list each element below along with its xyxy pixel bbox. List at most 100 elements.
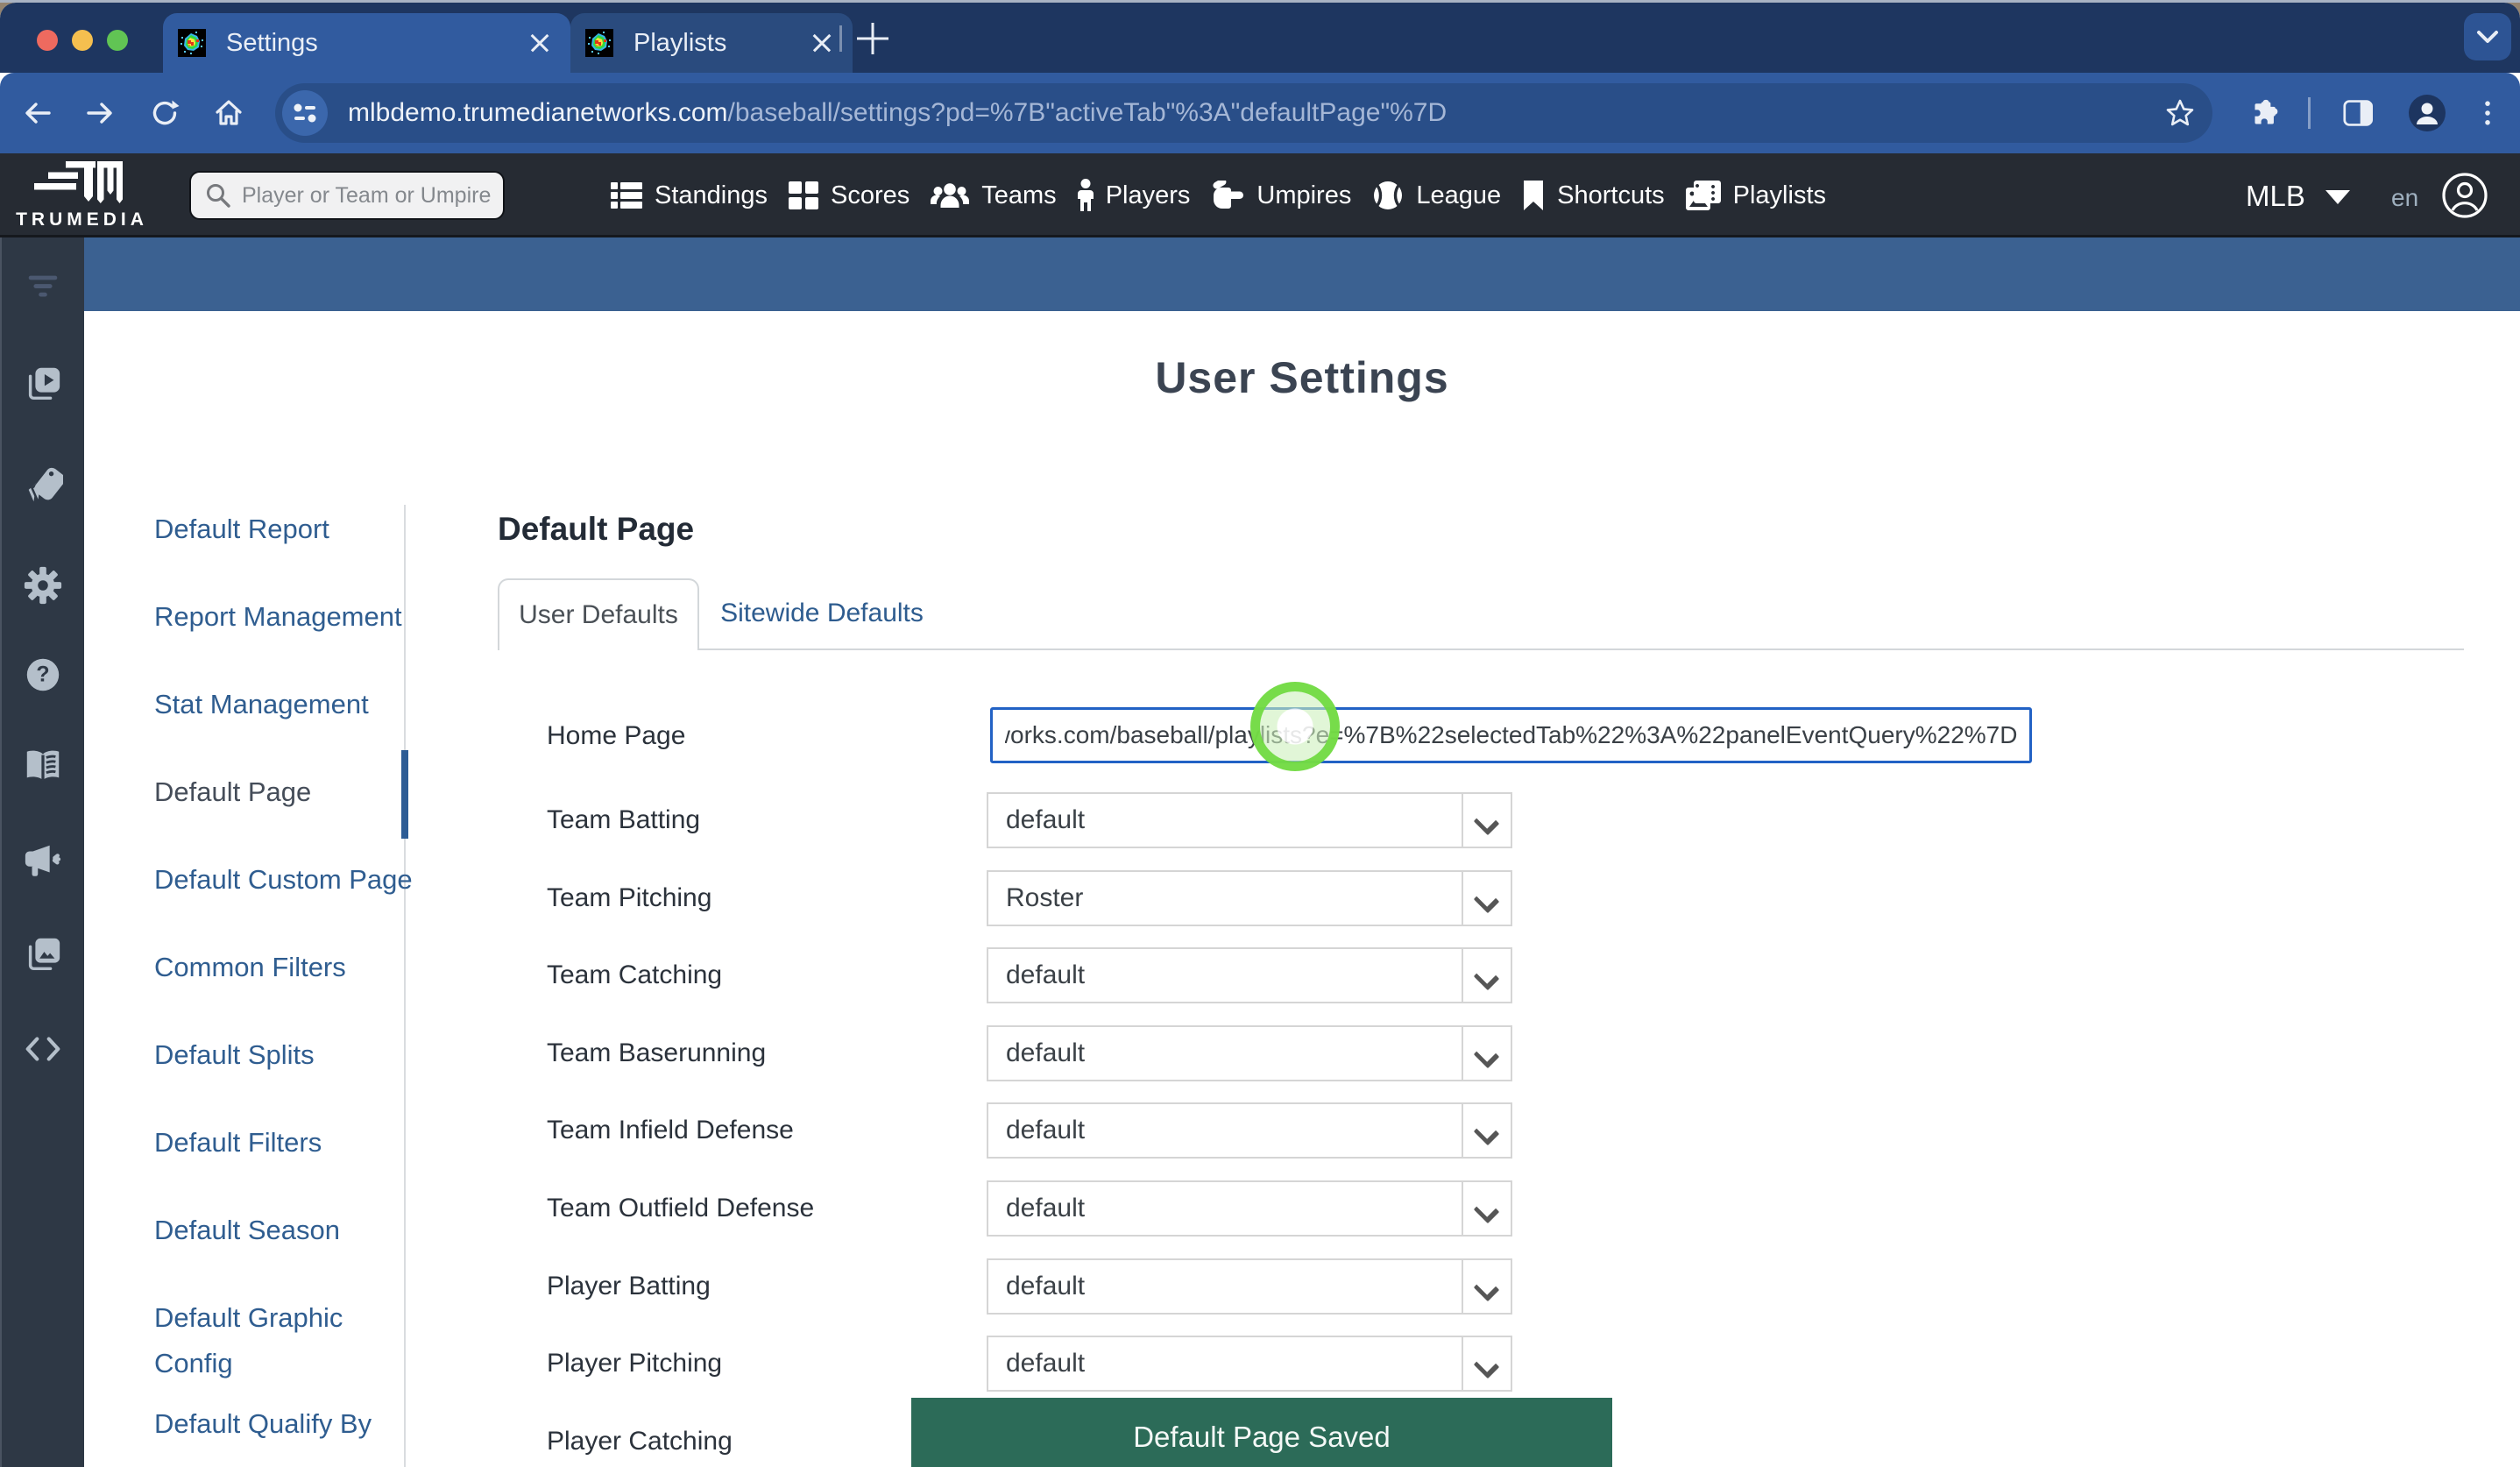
filter-icon[interactable]	[23, 267, 63, 312]
menu-item-default-page[interactable]: Default Page	[154, 769, 428, 815]
page-title: User Settings	[84, 352, 2520, 403]
trumedia-logo[interactable]: TRUMEDIA	[9, 160, 151, 234]
search-icon	[205, 182, 231, 209]
league-selector[interactable]: MLB	[2246, 180, 2305, 213]
select-team-pitching[interactable]: Roster	[987, 870, 1512, 926]
address-bar[interactable]: mlbdemo.trumedianetworks.com/baseball/se…	[275, 83, 2212, 143]
url-text[interactable]: mlbdemo.trumedianetworks.com/baseball/se…	[348, 83, 1447, 143]
user-profile-icon[interactable]	[2441, 172, 2488, 219]
nav-item-shortcuts[interactable]: Shortcuts	[1522, 181, 1665, 210]
select-arrow-cell[interactable]	[1462, 1027, 1511, 1080]
select-team-outfield-defense[interactable]: default	[987, 1180, 1512, 1237]
menu-item-default-report[interactable]: Default Report	[154, 507, 428, 552]
select-player-pitching[interactable]: default	[987, 1336, 1512, 1392]
chevron-down-icon	[1476, 1352, 1498, 1374]
person-icon	[2409, 95, 2446, 131]
select-player-batting[interactable]: default	[987, 1258, 1512, 1315]
menu-item-stat-management[interactable]: Stat Management	[154, 682, 428, 727]
menu-item-common-filters[interactable]: Common Filters	[154, 945, 428, 990]
select-arrow-cell[interactable]	[1462, 794, 1511, 847]
menu-item-default-filters[interactable]: Default Filters	[154, 1120, 428, 1166]
chevron-down-icon	[1476, 1197, 1498, 1219]
browser-tab-playlists[interactable]: Playlists	[570, 13, 853, 73]
nav-item-label: Teams	[981, 181, 1056, 210]
forward-icon[interactable]	[85, 98, 115, 128]
nav-item-league[interactable]: League	[1372, 180, 1501, 211]
field-label: Player Catching	[547, 1427, 733, 1456]
window-minimize-button[interactable]	[72, 30, 93, 51]
settings-menu: Default Report Report Management Stat Mana…	[154, 507, 428, 1467]
help-icon[interactable]: ?	[23, 655, 63, 699]
nav-item-umpires[interactable]: Umpires	[1211, 181, 1351, 210]
menu-item-default-qualify-by[interactable]: Default Qualify By	[154, 1401, 428, 1447]
logo-text: TRUMEDIA	[9, 209, 151, 230]
menu-item-report-management[interactable]: Report Management	[154, 594, 428, 640]
select-value: default	[1006, 1337, 1085, 1390]
app-sidebar: ?	[0, 237, 84, 1467]
select-team-batting[interactable]: default	[987, 792, 1512, 848]
images-icon[interactable]	[23, 934, 63, 979]
tab-user-defaults[interactable]: User Defaults	[498, 578, 699, 650]
tab-sitewide-defaults[interactable]: Sitewide Defaults	[699, 578, 945, 648]
select-team-catching[interactable]: default	[987, 947, 1512, 1003]
select-value: default	[1006, 1027, 1085, 1080]
new-tab-button[interactable]	[857, 23, 888, 54]
search-input[interactable]: Player or Team or Umpire	[189, 171, 505, 220]
caret-down-icon[interactable]	[2325, 190, 2350, 204]
settings-content: User Settings Default Report Report Manag…	[84, 311, 2520, 1467]
browser-tab-settings[interactable]: Settings	[163, 13, 570, 73]
field-label: Team Baserunning	[547, 1038, 766, 1068]
tab-close-icon[interactable]	[811, 32, 833, 54]
browser-menu-icon[interactable]	[2473, 98, 2502, 128]
bookmark-star-icon[interactable]	[2165, 98, 2195, 128]
nav-item-players[interactable]: Players	[1078, 179, 1191, 212]
select-arrow-cell[interactable]	[1462, 1104, 1511, 1157]
back-icon[interactable]	[23, 98, 53, 128]
select-team-infield-defense[interactable]: default	[987, 1102, 1512, 1159]
browser-toolbar: mlbdemo.trumedianetworks.com/baseball/se…	[0, 73, 2520, 153]
cards-icon[interactable]	[23, 467, 63, 512]
tabs-baseline	[498, 648, 2464, 650]
select-arrow-cell[interactable]	[1462, 872, 1511, 925]
nav-item-label: Scores	[831, 181, 910, 210]
chevron-down-icon	[2475, 26, 2500, 47]
home-page-input[interactable]	[990, 707, 2032, 763]
code-icon[interactable]	[23, 1029, 63, 1074]
nav-item-scores[interactable]: Scores	[789, 181, 910, 210]
select-arrow-cell[interactable]	[1462, 1182, 1511, 1235]
nav-item-label: Players	[1106, 181, 1191, 210]
field-label: Team Batting	[547, 805, 700, 835]
window-zoom-button[interactable]	[107, 30, 128, 51]
language-selector[interactable]: en	[2391, 184, 2418, 212]
browser-profile-avatar[interactable]	[2409, 95, 2446, 131]
nav-item-playlists[interactable]: Playlists	[1686, 181, 1826, 210]
select-arrow-cell[interactable]	[1462, 949, 1511, 1002]
menu-item-default-graphic-config[interactable]: Default Graphic Config	[154, 1295, 428, 1386]
panel-heading: Default Page	[498, 511, 694, 548]
side-panel-icon[interactable]	[2343, 98, 2373, 128]
site-settings-button[interactable]	[282, 90, 328, 136]
video-playlist-icon[interactable]	[23, 364, 63, 408]
nav-item-label: Shortcuts	[1557, 181, 1665, 210]
window-close-button[interactable]	[37, 30, 58, 51]
select-value: default	[1006, 949, 1085, 1002]
field-label: Player Batting	[547, 1272, 711, 1301]
menu-item-default-custom-page[interactable]: Default Custom Page	[154, 857, 428, 903]
book-icon[interactable]	[23, 746, 63, 790]
menu-item-default-season[interactable]: Default Season	[154, 1208, 428, 1253]
tab-close-icon[interactable]	[528, 32, 551, 54]
select-arrow-cell[interactable]	[1462, 1337, 1511, 1390]
extensions-icon[interactable]	[2251, 98, 2281, 128]
menu-item-default-splits[interactable]: Default Splits	[154, 1032, 428, 1078]
nav-item-standings[interactable]: Standings	[611, 181, 768, 210]
home-icon[interactable]	[214, 98, 244, 128]
tab-search-button[interactable]	[2464, 13, 2511, 60]
nav-item-teams[interactable]: Teams	[931, 181, 1056, 210]
gear-icon[interactable]	[23, 565, 63, 610]
megaphone-icon[interactable]	[23, 841, 63, 886]
select-arrow-cell[interactable]	[1462, 1260, 1511, 1313]
reload-icon[interactable]	[150, 98, 180, 128]
select-value: Roster	[1006, 872, 1083, 925]
tab-separator	[839, 25, 842, 52]
select-team-baserunning[interactable]: default	[987, 1025, 1512, 1081]
